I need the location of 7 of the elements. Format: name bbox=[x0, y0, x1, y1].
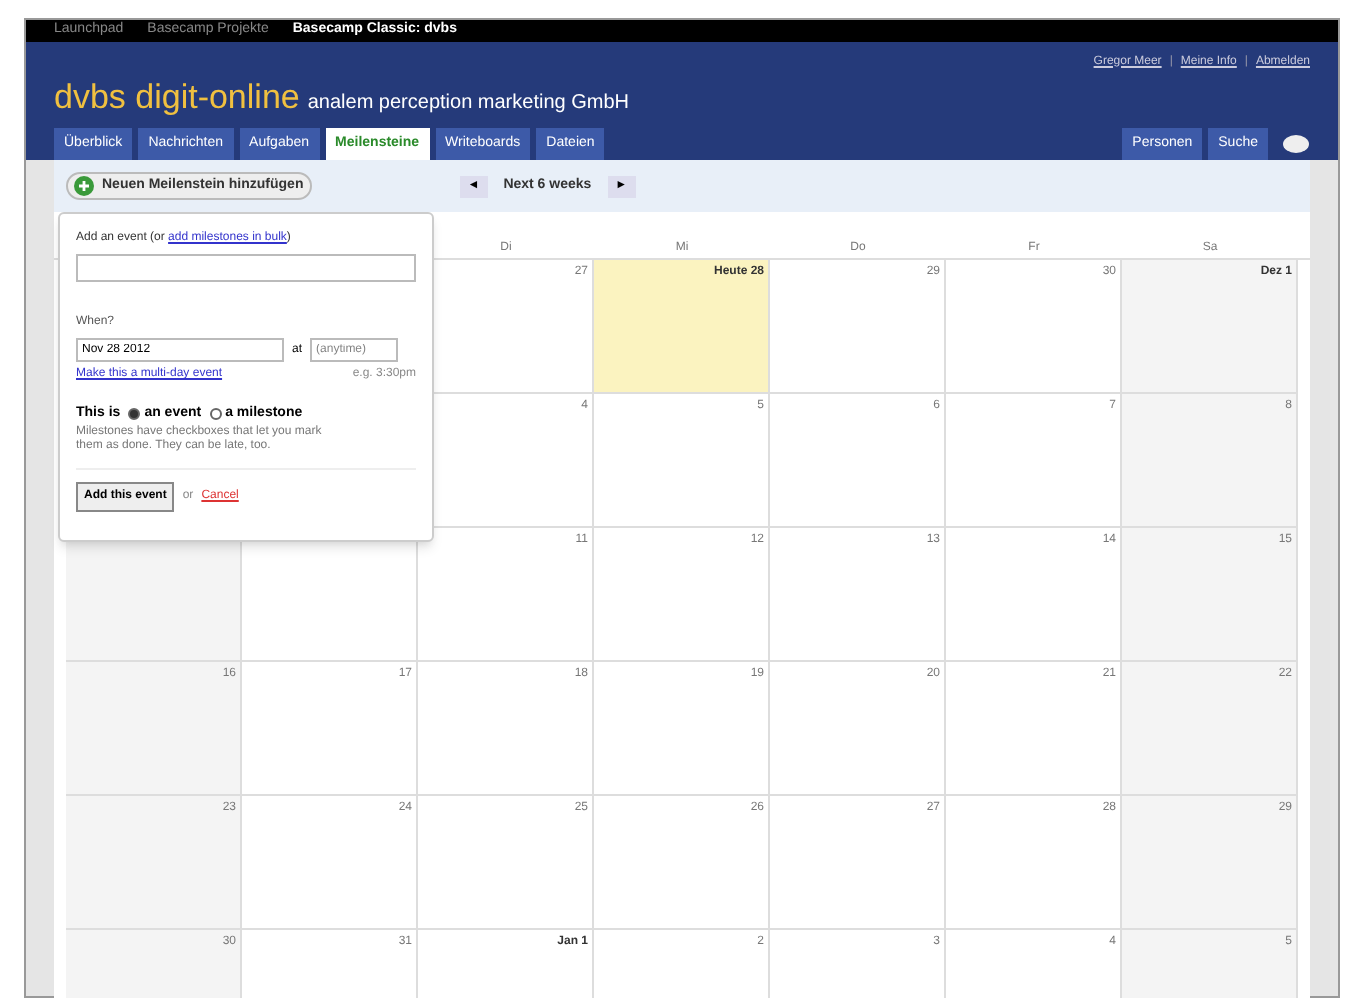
project-title: dvbs digit-online bbox=[54, 79, 300, 113]
plus-icon bbox=[74, 176, 94, 196]
event-name-field[interactable] bbox=[76, 254, 416, 282]
radio-button[interactable] bbox=[128, 408, 141, 421]
radio-button[interactable] bbox=[209, 408, 222, 421]
chat-icon[interactable] bbox=[1282, 134, 1310, 156]
company-name: analem perception marketing GmbH bbox=[307, 89, 629, 117]
